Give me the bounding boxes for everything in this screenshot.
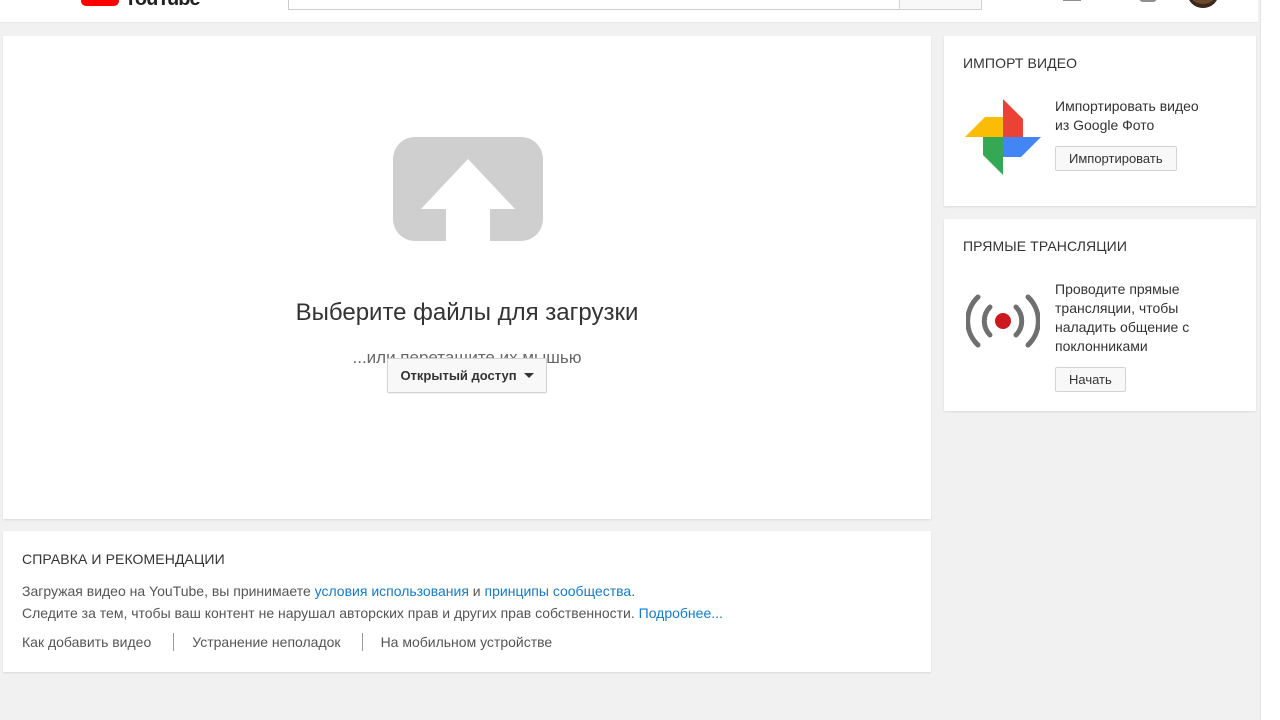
guidelines-link[interactable]: принципы сообщества xyxy=(485,583,632,599)
search-input[interactable] xyxy=(288,0,900,10)
import-text-line: Импортировать видео xyxy=(1055,98,1199,114)
mobile-upload-link[interactable]: На мобильном устройстве xyxy=(381,634,553,650)
top-bar: YouTube xyxy=(0,0,1258,23)
more-link[interactable]: Подробнее... xyxy=(639,605,723,621)
troubleshooting-link[interactable]: Устранение неполадок xyxy=(192,634,340,650)
youtube-logo-text[interactable]: YouTube xyxy=(124,0,201,11)
upload-card[interactable]: Выберите файлы для загрузки ...или перет… xyxy=(3,36,931,519)
help-terms-text: Загружая видео на YouTube, вы принимаете xyxy=(22,583,315,599)
live-streaming-card: ПРЯМЫЕ ТРАНСЛЯЦИИ Проводите прямые транс… xyxy=(944,219,1256,411)
help-card: СПРАВКА И РЕКОМЕНДАЦИИ Загружая видео на… xyxy=(3,531,931,672)
help-terms-line: Загружая видео на YouTube, вы принимаете… xyxy=(22,583,635,599)
import-video-text: Импортировать видео из Google Фото xyxy=(1055,97,1199,135)
import-text-line: из Google Фото xyxy=(1055,117,1155,133)
live-text-line: Проводите прямые xyxy=(1055,281,1180,297)
live-broadcast-icon xyxy=(966,294,1040,348)
how-to-upload-link[interactable]: Как добавить видео xyxy=(22,634,151,650)
help-links: Как добавить видео Устранение неполадок … xyxy=(22,633,552,651)
avatar[interactable] xyxy=(1187,0,1219,8)
help-period-text: . xyxy=(631,583,636,599)
import-video-card: ИМПОРТ ВИДЕО Импортировать видео из Goog… xyxy=(944,36,1256,206)
youtube-logo-icon[interactable] xyxy=(81,0,119,6)
privacy-dropdown[interactable]: Открытый доступ xyxy=(387,358,547,393)
help-copyright-text: Следите за тем, чтобы ваш контент не нар… xyxy=(22,605,639,621)
upload-page: YouTube Выберите файлы для загрузки ...и… xyxy=(0,0,1280,720)
upload-title: Выберите файлы для загрузки xyxy=(295,299,639,326)
import-video-title: ИМПОРТ ВИДЕО xyxy=(963,55,1078,71)
live-text-line: наладить общение с xyxy=(1055,319,1190,335)
terms-link[interactable]: условия использования xyxy=(315,583,469,599)
live-text-line: трансляции, чтобы xyxy=(1055,300,1179,316)
divider xyxy=(173,633,175,651)
live-streaming-text: Проводите прямые трансляции, чтобы налад… xyxy=(1055,280,1189,356)
caret-down-icon xyxy=(523,373,534,378)
help-title: СПРАВКА И РЕКОМЕНДАЦИИ xyxy=(22,551,225,567)
live-text-line: поклонниками xyxy=(1055,338,1148,354)
notifications-icon[interactable] xyxy=(1139,0,1157,2)
scrollbar[interactable] xyxy=(1260,0,1280,720)
start-live-button[interactable]: Начать xyxy=(1055,367,1126,392)
live-streaming-title: ПРЯМЫЕ ТРАНСЛЯЦИИ xyxy=(963,238,1128,254)
privacy-dropdown-label: Открытый доступ xyxy=(400,368,517,383)
help-and-text: и xyxy=(468,583,485,599)
upload-arrow-icon[interactable] xyxy=(393,137,543,241)
help-copyright-line: Следите за тем, чтобы ваш контент не нар… xyxy=(22,605,723,621)
upload-icon[interactable] xyxy=(1063,0,1081,1)
import-button[interactable]: Импортировать xyxy=(1055,146,1177,171)
divider xyxy=(361,633,363,651)
google-photos-icon xyxy=(965,99,1041,175)
search-button[interactable] xyxy=(899,0,982,10)
